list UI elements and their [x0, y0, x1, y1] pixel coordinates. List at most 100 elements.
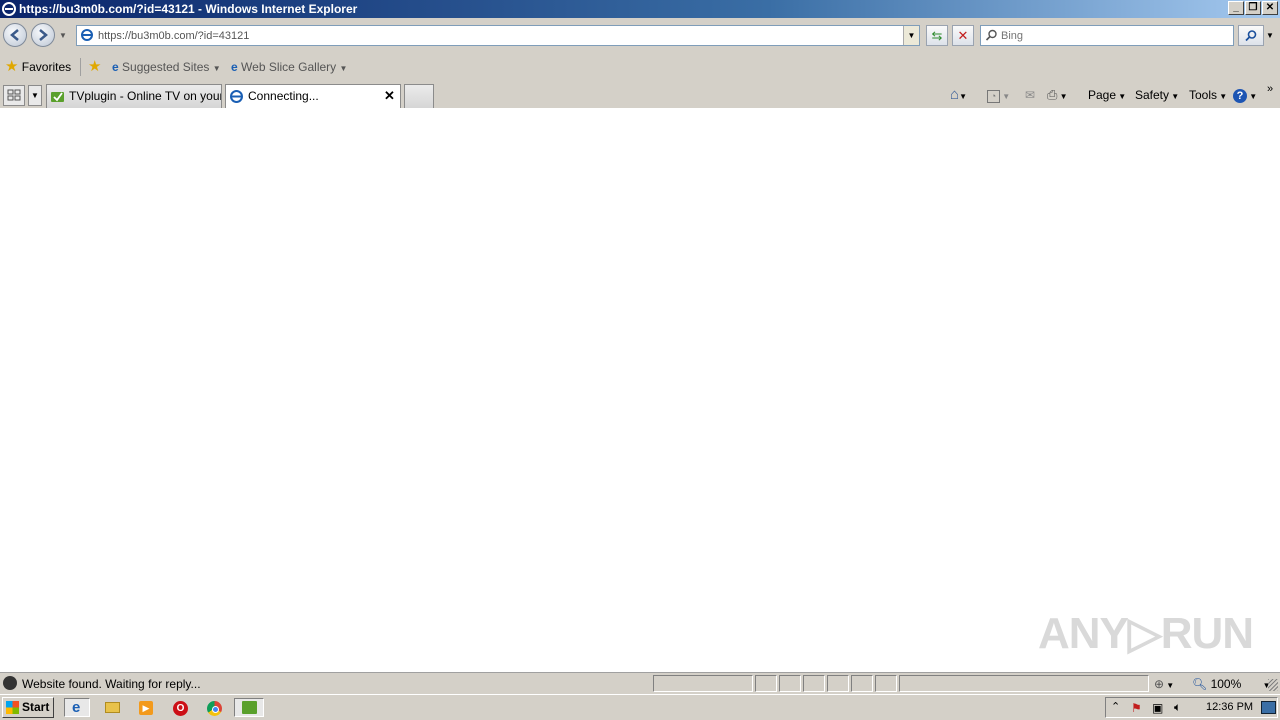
quick-tabs-button[interactable] [3, 85, 25, 106]
page-content[interactable] [0, 108, 1280, 672]
start-button[interactable]: Start [2, 697, 54, 718]
taskbar-tvplugin-button[interactable] [234, 698, 264, 717]
protected-mode-button[interactable]: ⊕ ▼ [1154, 677, 1174, 691]
status-pane [875, 675, 897, 692]
loading-clock-icon [3, 676, 17, 690]
taskbar: Start e ▶ O ⌃ ⚑ ▣ 🔈︎ 12:36 PM [0, 694, 1280, 720]
help-menu[interactable]: ? ▼ [1233, 88, 1257, 104]
close-tab-icon[interactable]: ✕ [384, 85, 395, 107]
ie-page-icon: e [112, 60, 119, 74]
mail-icon: ✉ [1025, 88, 1036, 102]
media-player-icon: ▶ [139, 701, 153, 715]
tvplugin-icon [242, 701, 257, 714]
stop-icon: ✕ [957, 28, 969, 43]
ie-loading-icon [230, 90, 243, 103]
page-menu[interactable]: Page ▼ [1088, 88, 1126, 104]
title-bar[interactable]: https://bu3m0b.com/?id=43121 - Windows I… [0, 0, 1280, 18]
chevron-down-icon: ▼ [1169, 92, 1180, 101]
zoom-level: 100% [1210, 677, 1242, 691]
taskbar-chrome-button[interactable] [204, 698, 226, 717]
opera-icon: O [173, 701, 188, 716]
search-icon [1245, 30, 1257, 42]
more-commands-chevron-icon[interactable]: » [1267, 82, 1273, 96]
search-options-dropdown-icon[interactable]: ▼ [1266, 31, 1274, 40]
add-favorite-star-icon: ★ [88, 58, 102, 75]
start-label: Start [22, 700, 50, 714]
tab-tvplugin[interactable]: TVplugin - Online TV on your ... [46, 84, 222, 108]
home-button[interactable]: ⌂▼ [950, 86, 967, 104]
ie-icon: e [72, 699, 81, 716]
address-bar[interactable]: ▼ [76, 25, 920, 46]
page-ie-icon [81, 29, 93, 41]
status-pane [827, 675, 849, 692]
tab-bar: ▼ TVplugin - Online TV on your ... Conne… [0, 82, 1280, 108]
taskbar-opera-button[interactable]: O [170, 698, 192, 717]
folder-icon [105, 702, 120, 713]
restore-button[interactable]: ❐ [1245, 1, 1261, 15]
search-button[interactable] [1238, 25, 1264, 46]
home-icon: ⌂ [950, 86, 960, 103]
tools-menu[interactable]: Tools ▼ [1189, 88, 1227, 104]
safety-menu[interactable]: Safety ▼ [1135, 88, 1179, 104]
zoom-button[interactable]: 🔍︎ 100% ▼ [1192, 677, 1271, 691]
window-title: https://bu3m0b.com/?id=43121 - Windows I… [19, 2, 358, 16]
lock-globe-icon: ⊕ [1154, 677, 1165, 691]
favorites-divider [80, 58, 81, 76]
printer-icon: ⎙ [1047, 87, 1058, 102]
progress-pane [653, 675, 753, 692]
taskbar-ie-button[interactable]: e [64, 698, 90, 717]
forward-arrow-icon [39, 29, 48, 41]
tab-list-dropdown-button[interactable]: ▼ [28, 85, 42, 106]
resize-grip[interactable] [1268, 679, 1278, 691]
refresh-button[interactable]: ⇆ [926, 25, 948, 46]
chevron-down-icon: ▼ [1116, 92, 1127, 101]
volume-icon[interactable]: 🔈︎ [1174, 700, 1181, 715]
suggested-sites-link[interactable]: e Suggested Sites ▼ [112, 60, 221, 76]
feeds-button[interactable]: ◔ ▼ [987, 88, 1010, 104]
search-box[interactable] [980, 25, 1234, 46]
status-pane [779, 675, 801, 692]
taskbar-media-player-button[interactable]: ▶ [136, 698, 158, 717]
status-pane [803, 675, 825, 692]
show-hidden-icons-icon[interactable]: ⌃ [1111, 700, 1120, 713]
add-to-favorites-bar-button[interactable]: ★ [88, 58, 102, 75]
tools-menu-label: Tools [1189, 88, 1218, 102]
status-pane [851, 675, 873, 692]
recent-pages-dropdown-icon[interactable]: ▼ [59, 31, 67, 40]
tvplugin-icon [51, 92, 64, 102]
web-slice-gallery-label: Web Slice Gallery [241, 60, 337, 74]
close-window-button[interactable]: ✕ [1262, 1, 1278, 15]
show-desktop-icon[interactable] [1261, 701, 1276, 714]
print-button[interactable]: ⎙ ▼ [1047, 88, 1068, 104]
windows-logo-icon [6, 701, 19, 714]
suggested-sites-label: Suggested Sites [122, 60, 210, 74]
back-arrow-icon [10, 29, 19, 41]
forward-button[interactable] [31, 23, 55, 47]
taskbar-explorer-button[interactable] [102, 698, 124, 717]
read-mail-button[interactable]: ✉ [1025, 88, 1035, 102]
address-input[interactable] [98, 27, 898, 44]
network-icon[interactable]: ▣ [1152, 701, 1163, 715]
search-input[interactable] [1001, 27, 1226, 44]
back-button[interactable] [3, 23, 27, 47]
minimize-button[interactable]: _ [1228, 1, 1244, 15]
chevron-down-icon: ▼ [212, 64, 221, 73]
clock[interactable]: 12:36 PM [1206, 701, 1253, 713]
rss-feed-icon: ◔ [987, 90, 1000, 103]
status-text: Website found. Waiting for reply... [22, 677, 201, 691]
tab-label: TVplugin - Online TV on your ... [69, 89, 222, 103]
stop-button[interactable]: ✕ [952, 25, 974, 46]
page-menu-label: Page [1088, 88, 1117, 102]
ie-page-icon: e [231, 60, 238, 74]
status-pane [755, 675, 777, 692]
favorites-bar: ★ Favorites ★ e Suggested Sites ▼ e Web … [0, 52, 1280, 82]
favorites-button[interactable]: ★ Favorites [5, 59, 71, 74]
tab-connecting[interactable]: Connecting... ✕ [225, 84, 401, 108]
web-slice-gallery-link[interactable]: e Web Slice Gallery ▼ [231, 60, 347, 76]
navigation-bar: ▼ ▼ ⇆ ✕ ▼ [0, 18, 1280, 52]
new-tab-button[interactable] [404, 84, 434, 108]
bing-search-icon [985, 29, 997, 41]
address-dropdown-button[interactable]: ▼ [903, 26, 919, 45]
action-center-flag-icon[interactable]: ⚑ [1131, 701, 1142, 715]
chevron-down-icon: ▼ [339, 64, 348, 73]
